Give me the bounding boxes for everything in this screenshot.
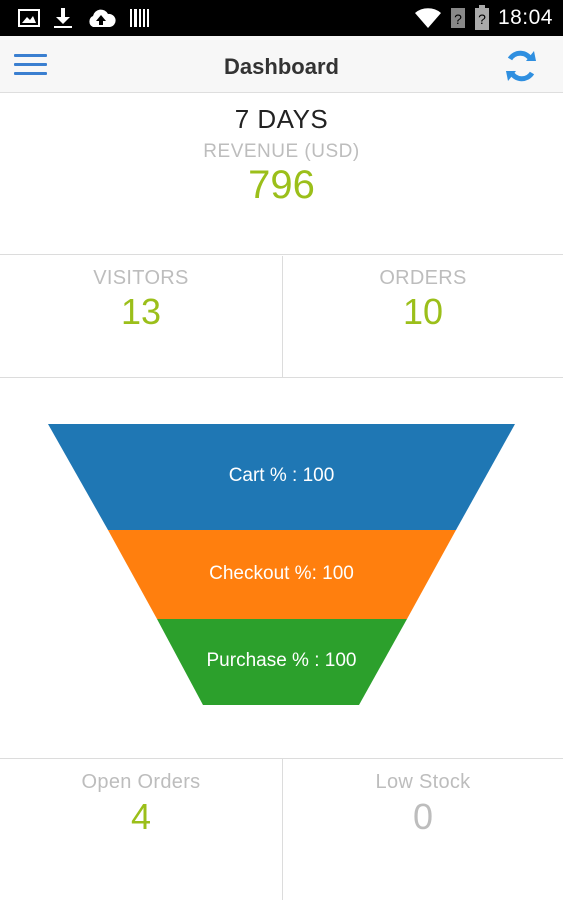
page-title: Dashboard — [224, 54, 339, 79]
orders-value: 10 — [402, 291, 444, 332]
orders-label: ORDERS — [379, 267, 467, 289]
system-status-icons: ? ? 18:04 — [414, 5, 553, 31]
signal-unknown-icon: ? — [450, 8, 465, 28]
svg-text:?: ? — [454, 11, 462, 27]
low-stock-value: 0 — [412, 796, 434, 837]
open-orders-cell[interactable]: Open Orders 4 — [0, 759, 282, 900]
funnel-label-purchase: Purchase % : 100 — [206, 650, 357, 671]
barcode-icon — [130, 9, 149, 27]
download-icon — [54, 8, 72, 28]
revenue-label: REVENUE (USD) — [203, 141, 360, 162]
wifi-icon — [414, 8, 441, 28]
open-orders-value: 4 — [130, 796, 152, 837]
refresh-icon[interactable] — [501, 46, 541, 86]
conversion-funnel: Cart % : 100 Checkout %: 100 Purchase % … — [0, 378, 563, 758]
period-label: 7 DAYS — [234, 104, 329, 134]
cloud-upload-icon — [89, 9, 116, 27]
orders-stock-row: Open Orders 4 Low Stock 0 — [0, 758, 563, 900]
visitors-cell[interactable]: VISITORS 13 — [0, 256, 282, 377]
funnel-label-checkout: Checkout %: 100 — [209, 563, 354, 584]
image-icon — [18, 9, 40, 27]
notification-icons — [18, 7, 150, 29]
app-bar: Dashboard — [0, 36, 563, 93]
open-orders-label: Open Orders — [81, 771, 201, 793]
revenue-value: 796 — [248, 163, 315, 207]
svg-text:?: ? — [478, 11, 486, 27]
visitors-label: VISITORS — [93, 267, 189, 289]
revenue-panel: 7 DAYS REVENUE (USD) 796 — [0, 93, 563, 255]
visitors-value: 13 — [120, 291, 162, 332]
visitors-orders-row: VISITORS 13 ORDERS 10 — [0, 256, 563, 378]
battery-unknown-icon: ? — [474, 5, 489, 30]
low-stock-label: Low Stock — [375, 771, 471, 793]
clock: 18:04 — [497, 6, 553, 29]
status-bar: ? ? 18:04 — [0, 0, 563, 36]
low-stock-cell[interactable]: Low Stock 0 — [282, 759, 563, 900]
orders-cell[interactable]: ORDERS 10 — [282, 256, 563, 377]
funnel-label-cart: Cart % : 100 — [228, 465, 335, 486]
